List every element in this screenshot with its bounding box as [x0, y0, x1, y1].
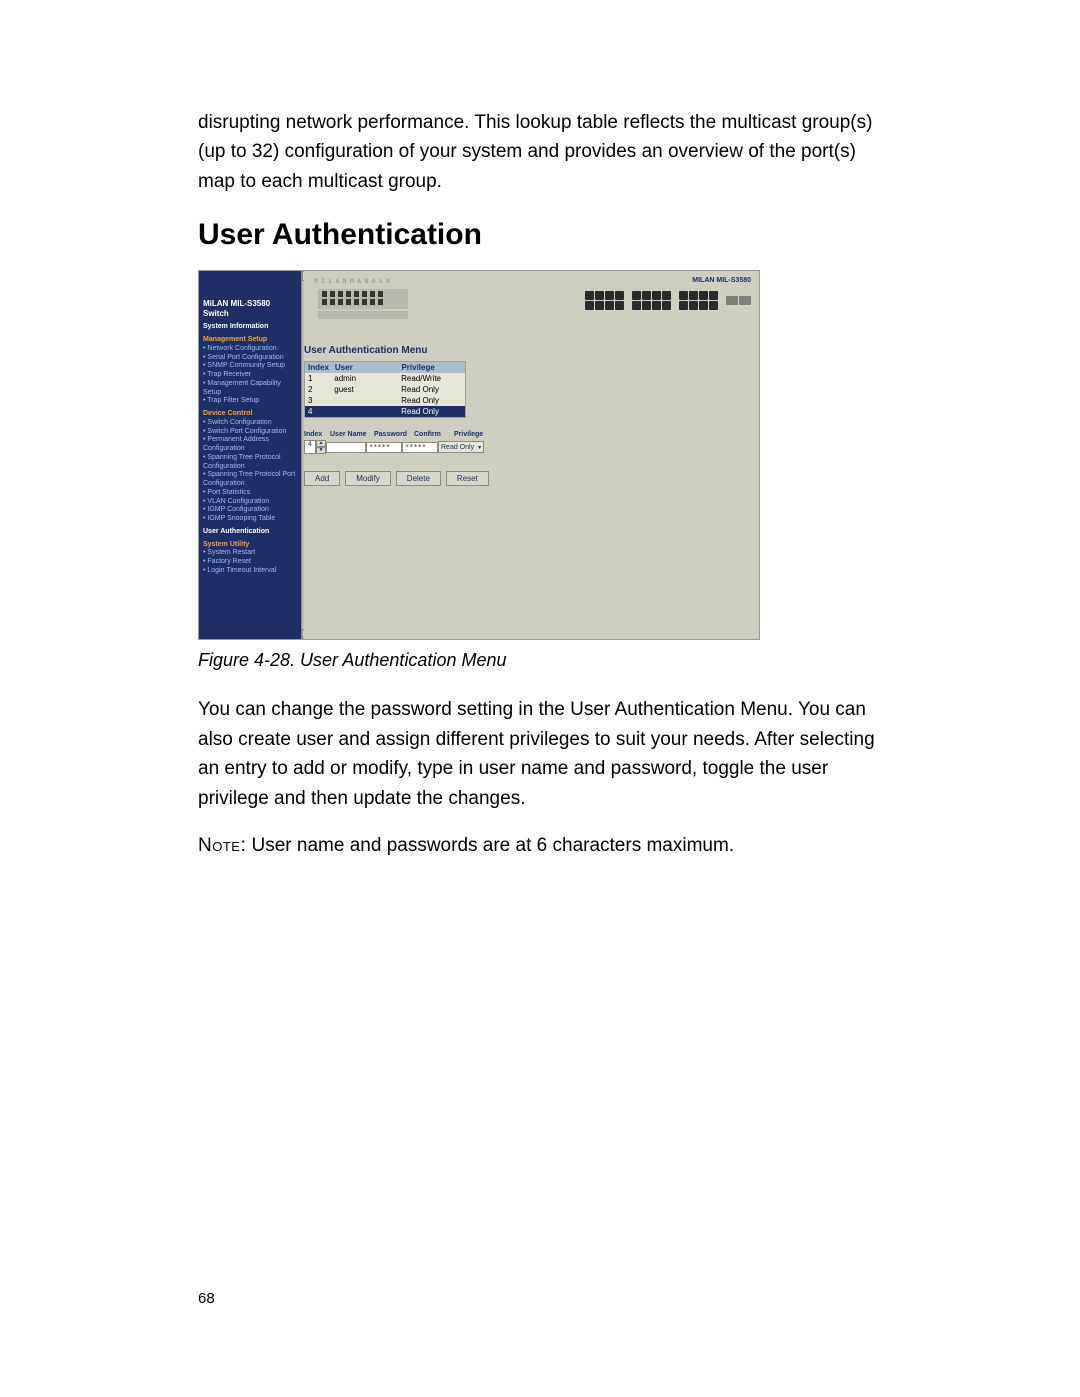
- brand-header: MILAN MIL-S3580: [692, 277, 751, 284]
- password-field[interactable]: [366, 442, 402, 453]
- description-paragraph: You can change the password setting in t…: [198, 695, 895, 813]
- col-user: User: [332, 362, 399, 373]
- sidebar-item[interactable]: • Trap Receiver: [203, 371, 298, 380]
- note: Note: User name and passwords are at 6 c…: [198, 831, 895, 860]
- note-label: Note:: [198, 835, 246, 856]
- table-row[interactable]: 3 Read Only: [305, 395, 465, 406]
- label-confirm: Confirm: [414, 431, 454, 438]
- sidebar-section[interactable]: System Utility: [203, 541, 298, 550]
- sidebar-item[interactable]: • Permanent Address Configuration: [203, 436, 298, 454]
- table-row[interactable]: 1adminRead/Write: [305, 373, 465, 384]
- cell: [331, 406, 398, 417]
- label-privilege: Privilege: [454, 431, 514, 438]
- index-stepper[interactable]: 4 ▲ ▼: [304, 440, 326, 454]
- sidebar-section[interactable]: User Authentication: [203, 528, 298, 537]
- stepper-down-icon[interactable]: ▼: [316, 447, 326, 454]
- cell: admin: [331, 373, 398, 384]
- username-field[interactable]: [326, 442, 366, 453]
- reset-button[interactable]: Reset: [446, 471, 489, 486]
- table-header: Index User Privilege: [305, 362, 465, 373]
- sidebar-item[interactable]: • Serial Port Configuration: [203, 354, 298, 363]
- stepper-up-icon[interactable]: ▲: [316, 440, 326, 447]
- sidebar-item[interactable]: • Trap Filter Setup: [203, 397, 298, 406]
- edit-row: Index User Name Password Confirm Privile…: [304, 431, 524, 454]
- port-diagram-icon: M I L A N M A N A G N: [314, 275, 594, 321]
- cell: Read Only: [398, 384, 465, 395]
- sidebar-item[interactable]: • System Restart: [203, 549, 298, 558]
- sidebar-item[interactable]: • Login Timeout Interval: [203, 567, 298, 576]
- delete-button[interactable]: Delete: [396, 471, 441, 486]
- table-row[interactable]: 4 Read Only: [305, 406, 465, 417]
- note-text: User name and passwords are at 6 charact…: [246, 835, 734, 856]
- sidebar-item[interactable]: • Port Statistics: [203, 489, 298, 498]
- sidebar-section[interactable]: Management Setup: [203, 336, 298, 345]
- svg-text:M I L A N M A N A G N: M I L A N M A N A G N: [314, 278, 390, 285]
- cell: 4: [305, 406, 331, 417]
- sidebar-item[interactable]: • SNMP Community Setup: [203, 362, 298, 371]
- sidebar-item[interactable]: • Spanning Tree Protocol Configuration: [203, 454, 298, 472]
- cell: Read Only: [398, 395, 465, 406]
- cell: 2: [305, 384, 331, 395]
- chevron-down-icon: ▾: [478, 444, 481, 451]
- sidebar: MiLAN MIL-S3580 Switch System Informatio…: [199, 271, 302, 639]
- user-table: Index User Privilege 1adminRead/Write2gu…: [304, 361, 466, 418]
- sidebar-item[interactable]: • Management Capability Setup: [203, 380, 298, 398]
- label-password: Password: [374, 431, 414, 438]
- sidebar-item[interactable]: • IGMP Snooping Table: [203, 515, 298, 524]
- index-value: 4: [304, 440, 316, 454]
- sidebar-item[interactable]: • VLAN Configuration: [203, 498, 298, 507]
- intro-paragraph: disrupting network performance. This loo…: [198, 108, 895, 196]
- sidebar-item[interactable]: • Network Configuration: [203, 345, 298, 354]
- privilege-value: Read Only: [441, 444, 474, 451]
- sidebar-section[interactable]: System Information: [203, 323, 298, 332]
- sidebar-section[interactable]: Device Control: [203, 410, 298, 419]
- privilege-select[interactable]: Read Only ▾: [438, 441, 484, 453]
- device-title: MiLAN MIL-S3580 Switch: [203, 299, 298, 319]
- cell: guest: [331, 384, 398, 395]
- cell: Read/Write: [398, 373, 465, 384]
- cell: [331, 395, 398, 406]
- sidebar-item[interactable]: • IGMP Configuration: [203, 506, 298, 515]
- label-index: Index: [304, 431, 330, 438]
- figure: MiLAN MIL-S3580 Switch System Informatio…: [198, 270, 895, 640]
- col-index: Index: [305, 362, 332, 373]
- label-username: User Name: [330, 431, 374, 438]
- screenshot: MiLAN MIL-S3580 Switch System Informatio…: [198, 270, 760, 640]
- menu-title: User Authentication Menu: [304, 345, 428, 356]
- sidebar-item[interactable]: • Switch Configuration: [203, 419, 298, 428]
- table-row[interactable]: 2guestRead Only: [305, 384, 465, 395]
- cell: 3: [305, 395, 331, 406]
- col-privilege: Privilege: [398, 362, 465, 373]
- figure-caption: Figure 4-28. User Authentication Menu: [198, 650, 895, 671]
- sidebar-items: System Information Management Setup• Netw…: [203, 323, 298, 575]
- main-panel: MILAN MIL-S3580 M I L A N M A N A G N: [304, 271, 759, 639]
- page-number: 68: [198, 1290, 215, 1307]
- section-heading: User Authentication: [198, 218, 895, 252]
- sidebar-item[interactable]: • Factory Reset: [203, 558, 298, 567]
- modify-button[interactable]: Modify: [345, 471, 391, 486]
- sidebar-item[interactable]: • Spanning Tree Protocol Port Configurat…: [203, 471, 298, 489]
- port-bank-icon: [585, 291, 751, 310]
- cell: Read Only: [398, 406, 465, 417]
- add-button[interactable]: Add: [304, 471, 340, 486]
- sidebar-item[interactable]: • Switch Port Configuration: [203, 428, 298, 437]
- confirm-field[interactable]: [402, 442, 438, 453]
- cell: 1: [305, 373, 331, 384]
